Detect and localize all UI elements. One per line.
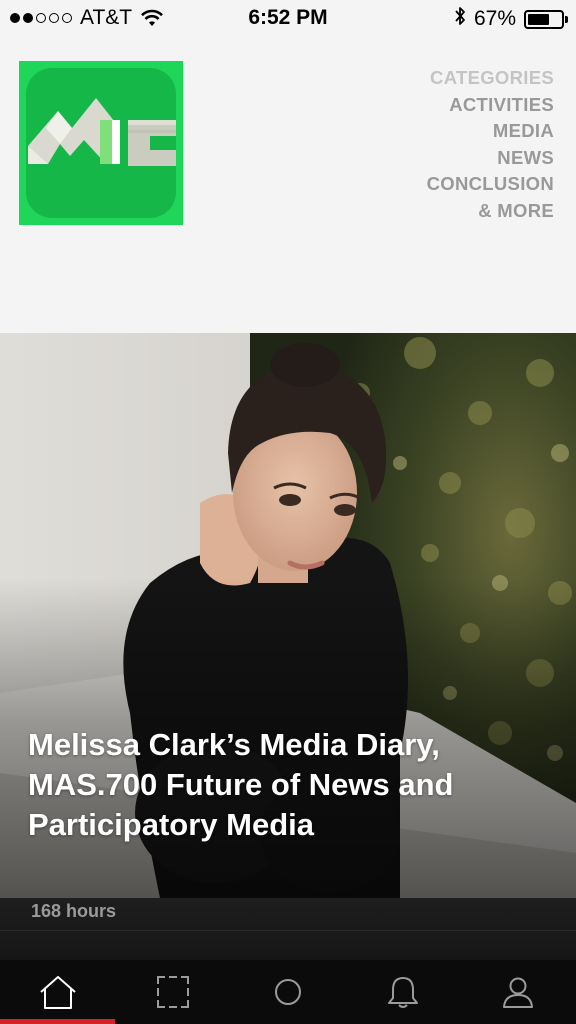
- nav-item-media[interactable]: MEDIA: [427, 118, 554, 145]
- divider: [0, 930, 576, 931]
- status-right: 67%: [454, 6, 568, 32]
- categories-heading: CATEGORIES: [430, 67, 554, 88]
- logo-tile: [26, 68, 176, 218]
- duration-label: 168 hours: [31, 901, 117, 921]
- tab-profile[interactable]: [461, 960, 576, 1024]
- nav-item-news[interactable]: NEWS: [427, 145, 554, 172]
- abc-logo-icon[interactable]: [19, 61, 183, 225]
- featured-article-title[interactable]: Melissa Clark’s Media Diary, MAS.700 Fut…: [28, 725, 546, 845]
- profile-icon: [503, 977, 534, 1008]
- tab-bar: [0, 960, 576, 1024]
- circle-icon: [275, 979, 301, 1005]
- app-header: CATEGORIES ACTIVITIES MEDIA NEWS CONCLUS…: [0, 38, 576, 333]
- battery-icon: [524, 9, 568, 29]
- bell-icon: [388, 977, 419, 1008]
- nav-item-conclusion[interactable]: CONCLUSION: [427, 171, 554, 198]
- status-bar: AT&T 6:52 PM 67%: [0, 0, 576, 38]
- tab-notifications[interactable]: [346, 960, 461, 1024]
- tab-home[interactable]: [0, 960, 116, 1024]
- frame-icon: [156, 976, 189, 1008]
- home-icon: [39, 976, 76, 1009]
- nav-item-more[interactable]: & MORE: [427, 198, 554, 225]
- logo-mark: [28, 98, 176, 166]
- tab-frame[interactable]: [115, 960, 230, 1024]
- category-menu: CATEGORIES ACTIVITIES MEDIA NEWS CONCLUS…: [427, 65, 554, 224]
- featured-article-card[interactable]: Melissa Clark’s Media Diary, MAS.700 Fut…: [0, 333, 576, 898]
- nav-item-activities[interactable]: ACTIVITIES: [427, 92, 554, 119]
- battery-percent: 67%: [473, 7, 516, 30]
- battery-level: [528, 13, 550, 25]
- tab-circle[interactable]: [230, 960, 345, 1024]
- article-meta: 168 hours: [0, 898, 576, 960]
- bluetooth-icon: [454, 6, 466, 32]
